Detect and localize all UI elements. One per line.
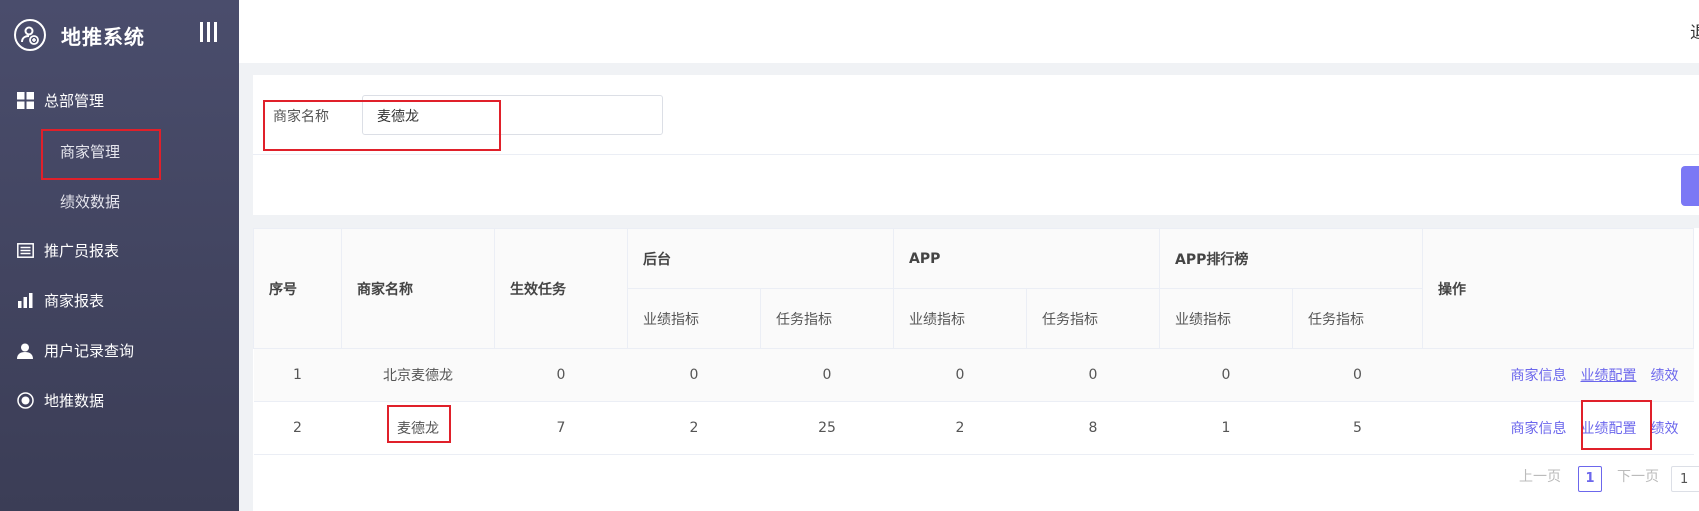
col-backend-task: 任务指标 (760, 288, 894, 349)
sidebar-item-ground-data[interactable]: 地推数据 (16, 390, 104, 411)
next-page-button[interactable]: 下一页 (1617, 466, 1659, 486)
table-card: 序号 商家名称 生效任务 后台 APP APP排行榜 操作 业绩指标 任务指标 … (253, 228, 1699, 511)
app-title: 地推系统 (61, 24, 145, 49)
grid-icon (16, 92, 34, 110)
col-rank-task: 任务指标 (1292, 288, 1423, 349)
col-app-rank: APP排行榜 (1159, 228, 1423, 289)
cell-merchant: 北京麦德龙 (341, 348, 495, 402)
sidebar-item-user-records[interactable]: 用户记录查询 (16, 340, 134, 361)
sidebar-item-performance[interactable]: 绩效数据 (60, 191, 120, 212)
table-row: 1 北京麦德龙 0 0 0 0 0 0 0 商家信息 业绩配置 绩效 (253, 348, 1694, 402)
logout-link[interactable]: 退 (1690, 18, 1699, 43)
divider (253, 154, 1699, 155)
merchant-table: 序号 商家名称 生效任务 后台 APP APP排行榜 操作 业绩指标 任务指标 … (253, 228, 1694, 455)
table-row: 2 麦德龙 7 2 25 2 8 1 5 商家信息 业绩配置 绩效 (253, 401, 1694, 455)
cell-rank-perf: 0 (1159, 348, 1293, 402)
sidebar-item-label: 总部管理 (44, 92, 105, 110)
sidebar-item-merchant-mgmt[interactable]: 商家管理 (60, 141, 120, 162)
col-merchant: 商家名称 (341, 228, 495, 349)
cell-backend-perf: 2 (627, 401, 761, 455)
topbar: 退 (239, 0, 1699, 63)
perf-config-link[interactable]: 业绩配置 (1581, 421, 1637, 437)
cell-actions: 商家信息 业绩配置 绩效 (1422, 401, 1694, 455)
main-area: 退 商家名称 麦德龙 序号 商家名称 生效任务 后台 APP APP排行榜 操作… (239, 0, 1699, 511)
col-actions: 操作 (1422, 228, 1694, 349)
col-rank-perf: 业绩指标 (1159, 288, 1293, 349)
page-number-current[interactable]: 1 (1578, 466, 1602, 492)
col-backend: 后台 (627, 228, 894, 289)
filter-card: 商家名称 麦德龙 (253, 75, 1699, 215)
col-backend-perf: 业绩指标 (627, 288, 761, 349)
target-icon (16, 392, 34, 410)
cell-active: 0 (494, 348, 628, 402)
page-jump-input[interactable]: 1 (1671, 466, 1699, 492)
cell-backend-perf: 0 (627, 348, 761, 402)
cell-rank-task: 5 (1292, 401, 1423, 455)
perf-more-link[interactable]: 绩效 (1651, 421, 1679, 437)
merchant-name-label: 商家名称 (273, 109, 329, 125)
col-app-task: 任务指标 (1026, 288, 1160, 349)
sidebar-item-label: 推广员报表 (44, 242, 120, 260)
cell-index: 1 (253, 348, 342, 402)
cell-app-task: 8 (1026, 401, 1160, 455)
sidebar-item-hq[interactable]: 总部管理 (16, 90, 104, 111)
col-app-perf: 业绩指标 (893, 288, 1027, 349)
col-app: APP (893, 228, 1160, 289)
sidebar-item-label: 用户记录查询 (44, 342, 135, 360)
merchant-name-input[interactable]: 麦德龙 (362, 95, 663, 135)
user-add-icon (14, 19, 46, 51)
cell-backend-task: 0 (760, 348, 894, 402)
col-active-tasks: 生效任务 (494, 228, 628, 349)
cell-app-perf: 0 (893, 348, 1027, 402)
cell-actions: 商家信息 业绩配置 绩效 (1422, 348, 1694, 402)
merchant-info-link[interactable]: 商家信息 (1511, 368, 1567, 384)
search-button[interactable] (1681, 166, 1699, 206)
cell-backend-task: 25 (760, 401, 894, 455)
col-index: 序号 (253, 228, 342, 349)
cell-index: 2 (253, 401, 342, 455)
user-icon (16, 342, 34, 360)
bar-chart-icon (16, 292, 34, 310)
brand: 地推系统 (14, 15, 145, 55)
cell-merchant: 麦德龙 (341, 401, 495, 455)
sidebar-item-merchant-report[interactable]: 商家报表 (16, 290, 104, 311)
cell-app-perf: 2 (893, 401, 1027, 455)
list-icon (16, 242, 34, 260)
sidebar: 地推系统 总部管理 商家管理 绩效数据 推广员报表 商家报表 用户记录查询 地推… (0, 0, 239, 511)
perf-more-link[interactable]: 绩效 (1651, 368, 1679, 384)
sidebar-item-label: 地推数据 (44, 392, 105, 410)
cell-active: 7 (494, 401, 628, 455)
prev-page-button[interactable]: 上一页 (1519, 466, 1561, 486)
sidebar-item-label: 商家报表 (44, 292, 105, 310)
merchant-info-link[interactable]: 商家信息 (1511, 421, 1567, 437)
sidebar-item-promoter-report[interactable]: 推广员报表 (16, 240, 119, 261)
cell-rank-perf: 1 (1159, 401, 1293, 455)
menu-toggle-icon[interactable] (200, 22, 220, 42)
perf-config-link[interactable]: 业绩配置 (1581, 368, 1637, 384)
cell-app-task: 0 (1026, 348, 1160, 402)
cell-rank-task: 0 (1292, 348, 1423, 402)
